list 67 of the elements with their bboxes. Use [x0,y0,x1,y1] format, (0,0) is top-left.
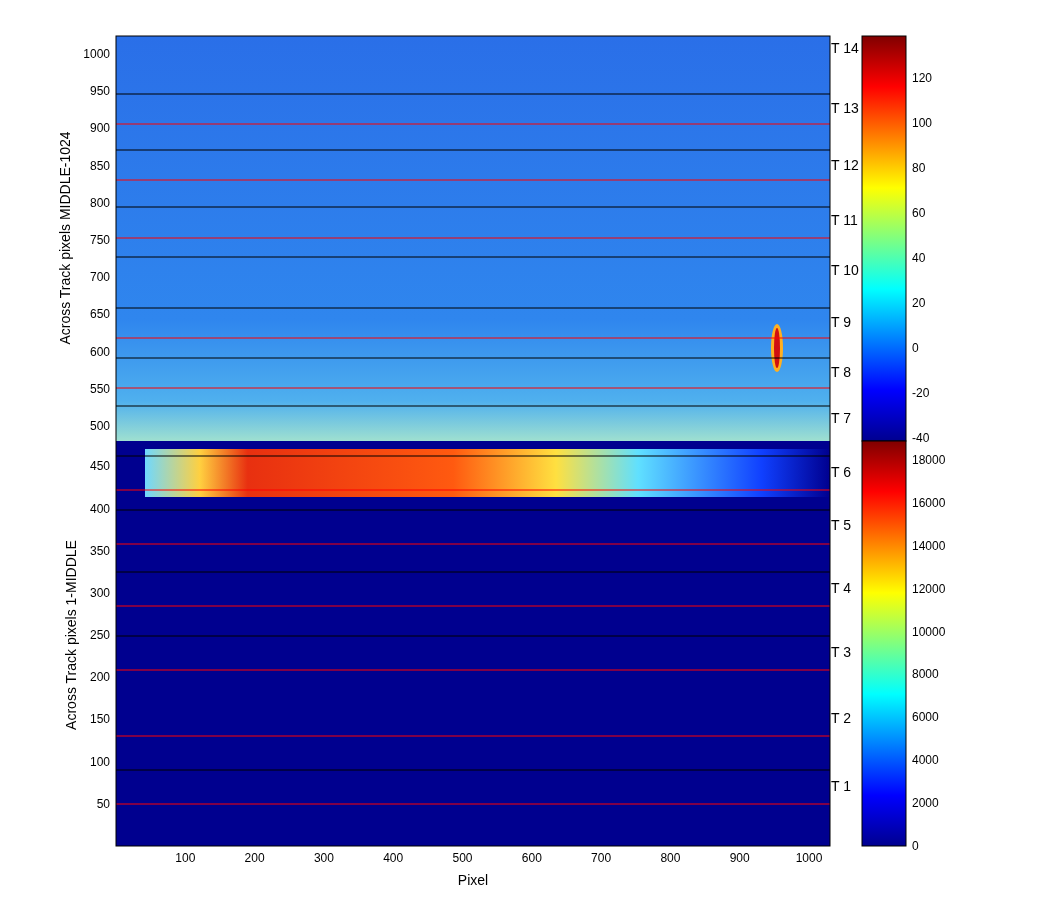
x-tick-label: 900 [729,851,750,865]
track-label: T 11 [831,212,858,228]
y-tick-label: 800 [89,195,110,210]
y-tick-label: 100 [89,754,110,769]
colorbar-tick-label: 4000 [912,753,939,768]
y-tick-label: 150 [89,712,110,727]
y-tick-label: 500 [89,419,110,434]
colorbar-tick-label: 0 [912,341,919,356]
y-tick-label: 850 [89,158,110,173]
track-label: T 3 [831,644,851,660]
track-label: T 10 [831,262,859,278]
track-label: T 12 [831,157,859,173]
colorbar-tick-label: 8000 [912,667,939,682]
colorbar-tick-label: 18000 [912,453,946,467]
colorbar-tick-label: 60 [912,206,926,221]
colorbar-tick-label: 0 [912,839,919,853]
track-label: T 2 [831,710,851,726]
colorbar-tick-label: 80 [912,161,926,176]
y-tick-label: 1000 [83,46,110,61]
y-tick-label: 700 [89,270,110,285]
signal-spot [771,324,783,372]
y-tick-label: 600 [89,344,110,359]
x-tick-label: 400 [383,851,404,865]
track-label: T 7 [831,410,851,426]
y-tick-label: 200 [89,670,110,685]
y-axis-label: Across Track pixels 1-MIDDLE [63,540,79,730]
y-tick-label: 250 [89,628,110,643]
x-tick-label: 500 [452,851,473,865]
y-tick-label: 300 [89,585,110,600]
track-label: T 13 [831,100,859,116]
x-tick-label: 700 [591,851,612,865]
track-label: T 8 [831,364,851,380]
colorbar-tick-label: 16000 [912,495,946,510]
track-label: T 5 [831,517,851,533]
y-tick-label: 550 [89,381,110,396]
y-tick-label: 900 [89,121,110,136]
colorbar-tick-label: -20 [912,386,930,401]
colorbar-tick-label: 12000 [912,581,946,596]
x-tick-label: 100 [175,851,196,865]
y-tick-label: 950 [89,84,110,99]
y-axis-label: Across Track pixels MIDDLE-1024 [57,131,73,345]
track-label: T 6 [831,464,851,480]
x-tick-label: 200 [244,851,265,865]
x-axis-label: Pixel [457,872,489,888]
colorbar-tick-label: 6000 [912,710,939,725]
colorbar-tick-label: 120 [912,71,933,86]
colorbar-tick-label: 2000 [912,796,939,811]
x-tick-label: 800 [660,851,681,865]
x-tick-label: 600 [521,851,542,865]
y-tick-label: 750 [89,233,110,247]
y-tick-label: 50 [96,796,110,811]
colorbar-tick-label: 100 [912,116,933,131]
colorbar-tick-label: 40 [912,251,926,266]
y-tick-label: 400 [89,501,110,516]
track-label: T 1 [831,778,851,794]
y-tick-label: 450 [89,459,110,474]
track-label: T 9 [831,314,851,330]
y-tick-label: 350 [89,543,110,558]
x-tick-label: 300 [313,851,334,865]
colorbar-tick-label: 14000 [912,538,946,553]
colorbar-tick-label: 10000 [912,624,946,639]
y-tick-label: 650 [89,307,110,322]
track-label: T 4 [831,580,851,596]
track-label: T 14 [831,40,859,56]
colorbar-tick-label: 20 [912,296,926,311]
x-tick-label: 1000 [795,851,823,865]
colorbar-tick-label: -40 [912,431,930,446]
